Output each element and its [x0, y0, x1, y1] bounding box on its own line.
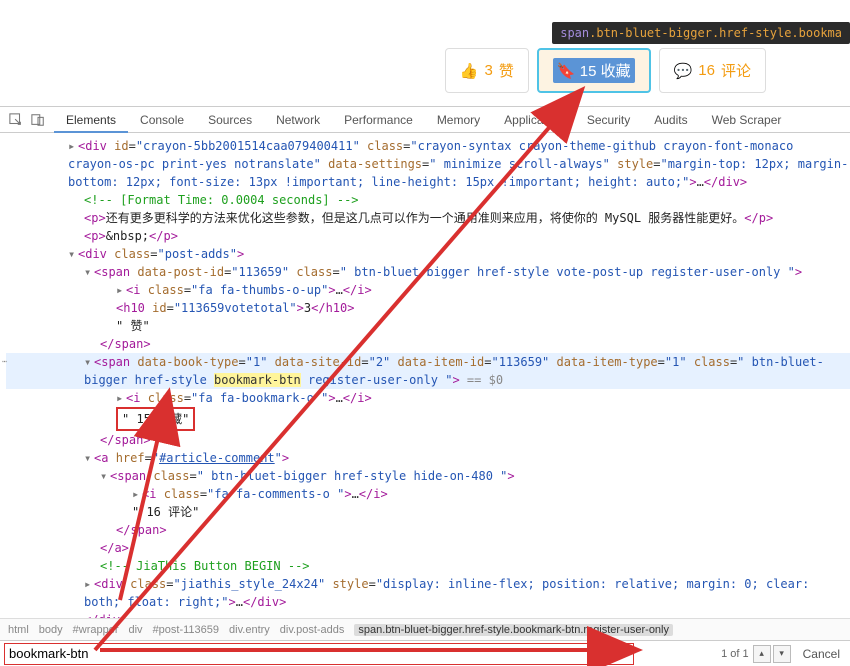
- dom-line[interactable]: <h10 id="113659votetotal">3</h10>: [6, 299, 850, 317]
- like-count: 3: [485, 62, 493, 79]
- search-prev-button[interactable]: ▴: [753, 645, 771, 663]
- search-result-count: 1 of 1: [721, 648, 749, 660]
- crumb[interactable]: #wrapper: [73, 624, 119, 636]
- dom-line[interactable]: </span>: [6, 335, 850, 353]
- tab-web-scraper[interactable]: Web Scraper: [700, 107, 794, 133]
- crumb[interactable]: div.post-adds: [280, 624, 345, 636]
- dom-line[interactable]: ▸<div class="jiathis_style_24x24" style=…: [6, 575, 850, 593]
- dom-selected-line[interactable]: ⋯ ▾<span data-book-type="1" data-site-id…: [6, 353, 850, 371]
- dom-selected-line[interactable]: bigger href-style bookmark-btn register-…: [6, 371, 850, 389]
- dom-text-node[interactable]: " 16 评论": [6, 503, 850, 521]
- tab-network[interactable]: Network: [264, 107, 332, 133]
- dom-line[interactable]: </span>: [6, 521, 850, 539]
- dom-comment[interactable]: <!-- JiaThis Button BEGIN -->: [6, 557, 850, 575]
- dom-line[interactable]: </span>: [6, 431, 850, 449]
- tab-sources[interactable]: Sources: [196, 107, 264, 133]
- comment-count: 16: [698, 62, 715, 79]
- breadcrumb-bar[interactable]: html body #wrapper div #post-113659 div.…: [0, 618, 850, 640]
- comment-button[interactable]: 💬 16 评论: [659, 48, 766, 93]
- dom-line[interactable]: both; float: right;">…</div>: [6, 593, 850, 611]
- crumb[interactable]: html: [8, 624, 29, 636]
- tab-container: ElementsConsoleSourcesNetworkPerformance…: [54, 107, 793, 133]
- crumb[interactable]: div.entry: [229, 624, 270, 636]
- tab-security[interactable]: Security: [575, 107, 642, 133]
- dom-text: 还有更多更科学的方法来优化这些参数，但是这几点可以作为一个通用准则来应用，将使你…: [106, 211, 745, 225]
- dom-line[interactable]: ▸<div id="crayon-5bb2001514caa079400411"…: [6, 137, 850, 155]
- dom-line[interactable]: <p>&nbsp;</p>: [6, 227, 850, 245]
- dom-line[interactable]: ▸<i class="fa fa-thumbs-o-up">…</i>: [6, 281, 850, 299]
- dom-line[interactable]: ▾<span class=" btn-bluet-bigger href-sty…: [6, 467, 850, 485]
- elements-search-bar: 1 of 1 ▴ ▾ Cancel: [0, 640, 850, 666]
- crumb-selected[interactable]: span.btn-bluet-bigger.href-style.bookmar…: [354, 624, 673, 636]
- thumbs-up-icon: 👍: [460, 62, 479, 80]
- gutter-dots: ⋯: [2, 353, 8, 371]
- page-preview: span.btn-bluet-bigger.href-style.bookma …: [0, 0, 850, 106]
- tab-application[interactable]: Application: [492, 107, 575, 133]
- search-input[interactable]: [4, 643, 634, 665]
- dom-line[interactable]: </a>: [6, 539, 850, 557]
- dom-line[interactable]: ▸<i class="fa fa-comments-o ">…</i>: [6, 485, 850, 503]
- highlighted-text-box: " 15 收藏": [116, 407, 195, 431]
- href-link[interactable]: #article-comment: [159, 451, 275, 465]
- crumb[interactable]: #post-113659: [153, 624, 219, 636]
- dom-line[interactable]: <p>还有更多更科学的方法来优化这些参数，但是这几点可以作为一个通用准则来应用，…: [6, 209, 850, 227]
- dom-line[interactable]: bottom: 12px; font-size: 13px !important…: [6, 173, 850, 191]
- dom-line[interactable]: ▾<div class="post-adds">: [6, 245, 850, 263]
- elements-tree[interactable]: ▸<div id="crayon-5bb2001514caa079400411"…: [0, 133, 850, 618]
- dom-line[interactable]: crayon-os-pc print-yes notranslate" data…: [6, 155, 850, 173]
- dom-line[interactable]: ▾<span data-post-id="113659" class=" btn…: [6, 263, 850, 281]
- tab-elements[interactable]: Elements: [54, 107, 128, 133]
- comment-label: 评论: [721, 60, 751, 81]
- like-button[interactable]: 👍 3 赞: [445, 48, 529, 93]
- dom-text-node[interactable]: " 赞": [6, 317, 850, 335]
- tooltip-classes: .btn-bluet-bigger.href-style.bookma: [589, 26, 842, 40]
- search-cancel-button[interactable]: Cancel: [793, 647, 850, 661]
- tab-memory[interactable]: Memory: [425, 107, 492, 133]
- post-action-bar: 👍 3 赞 🔖 15 收藏 💬 16 评论: [445, 48, 766, 93]
- dom-comment[interactable]: <!-- [Format Time: 0.0004 seconds] -->: [6, 191, 850, 209]
- inspect-icon[interactable]: [8, 112, 24, 128]
- like-label: 赞: [499, 60, 514, 81]
- bookmark-label: 收藏: [601, 63, 631, 80]
- bookmark-icon: 🔖: [557, 63, 576, 80]
- eq-zero: == $0: [460, 373, 503, 387]
- dom-line[interactable]: ▾<a href="#article-comment">: [6, 449, 850, 467]
- search-next-button[interactable]: ▾: [773, 645, 791, 663]
- devtools-tabs: ElementsConsoleSourcesNetworkPerformance…: [0, 107, 850, 133]
- dom-text-node[interactable]: " 15 收藏": [6, 407, 850, 431]
- crumb[interactable]: div: [129, 624, 143, 636]
- tab-audits[interactable]: Audits: [642, 107, 699, 133]
- tab-console[interactable]: Console: [128, 107, 196, 133]
- bookmark-button[interactable]: 🔖 15 收藏: [537, 48, 651, 93]
- search-match: bookmark-btn: [214, 373, 301, 387]
- crumb[interactable]: body: [39, 624, 63, 636]
- dom-line[interactable]: ▸<i class="fa fa-bookmark-o ">…</i>: [6, 389, 850, 407]
- tooltip-tag: span: [560, 26, 589, 40]
- devtools-panel: ElementsConsoleSourcesNetworkPerformance…: [0, 106, 850, 666]
- element-tooltip: span.btn-bluet-bigger.href-style.bookma: [552, 22, 850, 44]
- dom-line[interactable]: </div>: [6, 611, 850, 618]
- device-icon[interactable]: [30, 112, 46, 128]
- comments-icon: 💬: [674, 62, 693, 80]
- devtools-toolbar-icons: [0, 112, 54, 128]
- bookmark-count: 15: [580, 63, 597, 80]
- tab-performance[interactable]: Performance: [332, 107, 425, 133]
- bookmark-highlight: 🔖 15 收藏: [553, 58, 635, 83]
